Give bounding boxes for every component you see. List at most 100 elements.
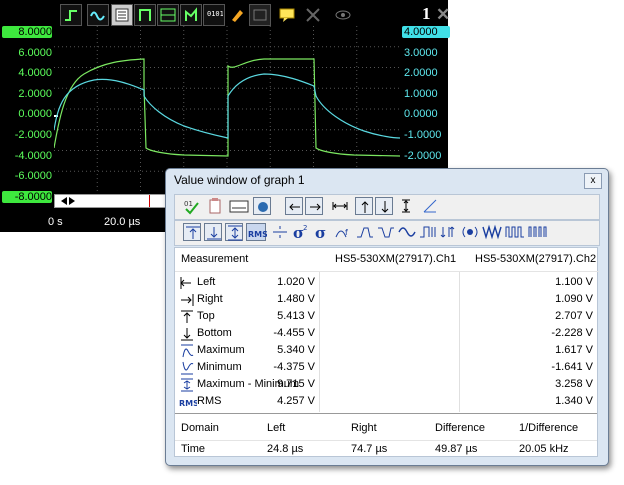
pulse-count-icon[interactable] bbox=[528, 223, 548, 241]
up-arrow-icon[interactable] bbox=[355, 197, 373, 215]
measure-button[interactable] bbox=[180, 4, 202, 26]
variance-icon[interactable]: σ2 bbox=[292, 223, 310, 241]
mean-icon[interactable] bbox=[271, 223, 289, 241]
left-axis-label: -4.0000 bbox=[14, 149, 52, 162]
burst-icon[interactable] bbox=[482, 223, 502, 241]
left-value: 24.8 µs bbox=[267, 443, 304, 455]
right-axis-label: 0.0000 bbox=[404, 108, 438, 121]
difference-header: Difference bbox=[435, 422, 485, 434]
top-icon[interactable] bbox=[183, 223, 201, 241]
domain-header: Domain bbox=[181, 422, 219, 434]
ch2-value: 1.340 V bbox=[555, 395, 593, 407]
delete-icon[interactable] bbox=[302, 4, 324, 26]
zoom-button[interactable] bbox=[157, 4, 179, 26]
value-window: Value window of graph 1 x 01 RMS σ2 σ f bbox=[165, 168, 609, 466]
down-arrow-icon[interactable] bbox=[375, 197, 393, 215]
domain-value-row: Time 24.8 µs 74.7 µs 49.87 µs 20.05 kHz bbox=[175, 441, 597, 461]
ch1-value: 9.715 V bbox=[277, 378, 315, 390]
autoscale-button[interactable] bbox=[60, 4, 82, 26]
sigma-icon[interactable]: σ bbox=[313, 223, 331, 241]
table-row: Left 1.020 V 1.100 V bbox=[175, 274, 599, 291]
graph-toolbar: 0101 1 ✕ bbox=[56, 4, 450, 26]
phase-icon[interactable] bbox=[461, 223, 479, 241]
ch1-value: 1.020 V bbox=[277, 276, 315, 288]
rms-button[interactable]: RMS bbox=[246, 223, 267, 241]
domain-header-row: Domain Left Right Difference 1/Differenc… bbox=[175, 420, 597, 441]
settings-icon[interactable] bbox=[253, 197, 271, 215]
vertical-span-icon[interactable] bbox=[397, 197, 415, 215]
value-toolbar-2: RMS σ2 σ f bbox=[174, 220, 600, 246]
svg-text:σ: σ bbox=[315, 224, 326, 241]
table-row: Top 5.413 V 2.707 V bbox=[175, 308, 599, 325]
left-axis-label: -8.0000 bbox=[2, 190, 52, 203]
period-icon[interactable] bbox=[505, 223, 525, 241]
right-axis-label: 4.0000 bbox=[402, 26, 450, 38]
close-icon[interactable]: ✕ bbox=[436, 5, 450, 25]
value-window-button[interactable] bbox=[111, 4, 133, 26]
ch1-value: 4.257 V bbox=[277, 395, 315, 407]
value-window-title: Value window of graph 1 bbox=[174, 173, 305, 187]
ch2-value: 3.258 V bbox=[555, 378, 593, 390]
cursor-button[interactable] bbox=[134, 4, 156, 26]
ch1-value: -4.375 V bbox=[273, 361, 315, 373]
comment-icon[interactable] bbox=[276, 4, 298, 26]
ch2-header: HS5-530XM(27917).Ch2 bbox=[475, 253, 597, 265]
svg-text:0101: 0101 bbox=[207, 10, 223, 18]
left-axis-label: -2.0000 bbox=[14, 129, 52, 141]
slope-icon[interactable] bbox=[421, 197, 439, 215]
time-label-0: 0 s bbox=[48, 216, 63, 228]
right-axis-label: 2.0000 bbox=[404, 67, 438, 80]
ch2-value: 1.100 V bbox=[555, 276, 593, 288]
value-toolbar-1: 01 bbox=[174, 194, 600, 220]
rms-text: RMS bbox=[248, 230, 267, 239]
binary-icon[interactable]: 01 bbox=[183, 197, 201, 215]
eye-icon[interactable] bbox=[332, 4, 354, 26]
close-button[interactable]: x bbox=[584, 173, 602, 189]
left-axis-label: 4.0000 bbox=[18, 67, 52, 80]
left-axis-label: -6.0000 bbox=[14, 170, 52, 183]
ch1-header: HS5-530XM(27917).Ch1 bbox=[335, 253, 457, 265]
right-arrow-icon[interactable] bbox=[305, 197, 323, 215]
fall-time-icon[interactable] bbox=[377, 223, 395, 241]
svg-text:f: f bbox=[345, 228, 348, 237]
measurement-header: Measurement bbox=[181, 253, 249, 265]
signal-button[interactable] bbox=[87, 4, 109, 26]
time-label-1: 20.0 µs bbox=[104, 216, 141, 228]
inverse-difference-value: 20.05 kHz bbox=[519, 443, 569, 455]
frequency-icon[interactable]: f bbox=[335, 223, 353, 241]
right-value: 74.7 µs bbox=[351, 443, 388, 455]
table-row: RMS RMS 4.257 V 1.340 V bbox=[175, 393, 599, 410]
ch1-value: -4.455 V bbox=[273, 327, 315, 339]
table-row: Bottom -4.455 V -2.228 V bbox=[175, 325, 599, 342]
left-axis-label: 2.0000 bbox=[18, 87, 52, 100]
pencil-icon[interactable] bbox=[226, 4, 248, 26]
horizontal-span-icon[interactable] bbox=[331, 197, 349, 215]
ch2-value: -2.228 V bbox=[551, 327, 593, 339]
table-view-icon[interactable] bbox=[229, 197, 249, 215]
window-icon[interactable] bbox=[249, 4, 271, 26]
cursor-marker bbox=[149, 195, 150, 207]
right-axis-label: 3.0000 bbox=[404, 46, 438, 59]
left-header: Left bbox=[267, 422, 286, 434]
ch1-value: 5.340 V bbox=[277, 344, 315, 356]
left-axis-label: 0.0000 bbox=[18, 108, 52, 121]
measurement-table: Measurement HS5-530XM(27917).Ch1 HS5-530… bbox=[174, 247, 599, 457]
ch2-value: 2.707 V bbox=[555, 310, 593, 322]
left-arrow-icon[interactable] bbox=[285, 197, 303, 215]
xy-button[interactable]: 0101 bbox=[203, 4, 225, 26]
duty-cycle-icon[interactable] bbox=[440, 223, 458, 241]
clipboard-icon[interactable] bbox=[206, 197, 224, 215]
graph-number: 1 bbox=[422, 4, 431, 23]
pulse-width-icon[interactable] bbox=[419, 223, 437, 241]
inverse-difference-header: 1/Difference bbox=[519, 422, 579, 434]
bottom-icon[interactable] bbox=[204, 223, 222, 241]
wave-icon[interactable] bbox=[398, 223, 416, 241]
trigger-arrow-icon[interactable] bbox=[59, 195, 89, 207]
domain-value: Time bbox=[181, 443, 206, 455]
table-row: Maximum 5.340 V 1.617 V bbox=[175, 342, 599, 359]
ch2-value: 1.617 V bbox=[555, 344, 593, 356]
right-header: Right bbox=[351, 422, 377, 434]
table-header: Measurement HS5-530XM(27917).Ch1 HS5-530… bbox=[175, 251, 599, 272]
rise-time-icon[interactable] bbox=[356, 223, 374, 241]
top-bottom-icon[interactable] bbox=[225, 223, 243, 241]
